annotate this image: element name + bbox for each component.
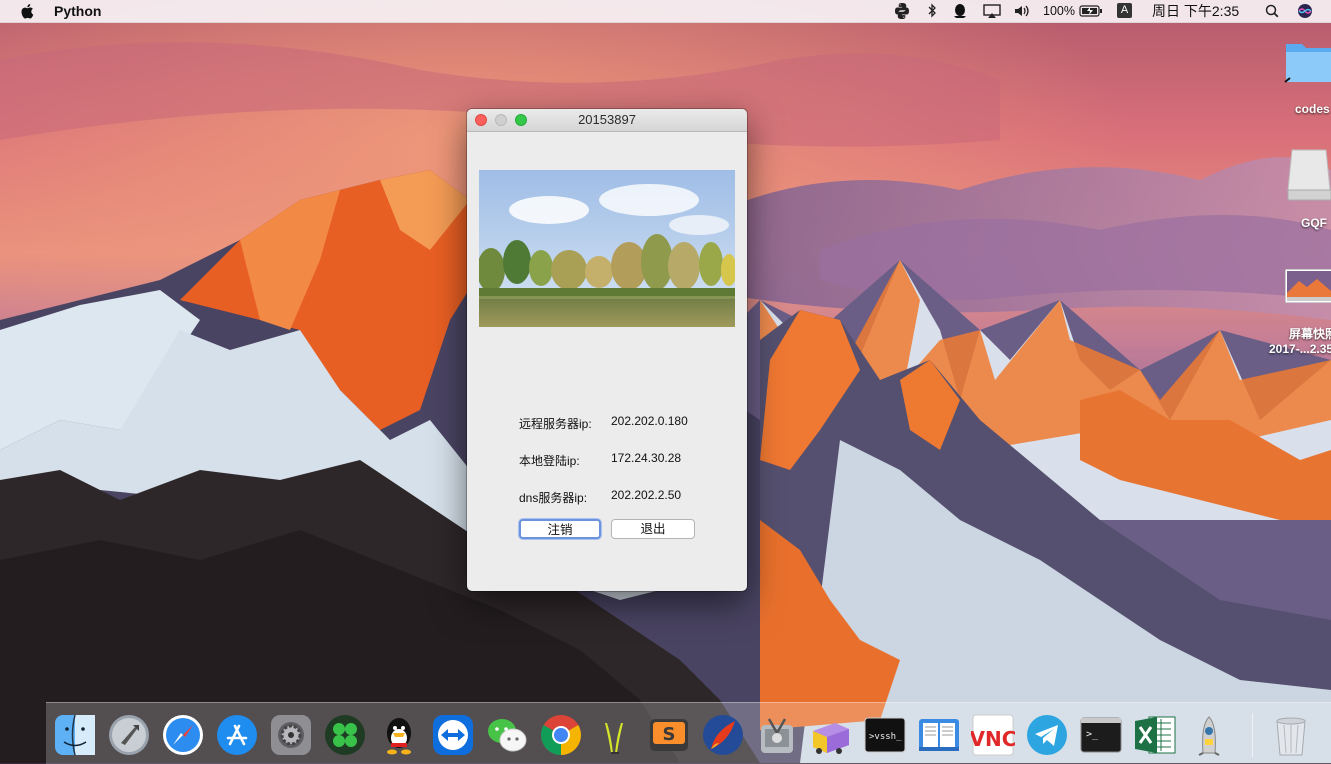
vssh-icon[interactable]: >vssh_ [863, 713, 907, 757]
book-icon[interactable] [917, 713, 961, 757]
battery-icon[interactable] [1078, 0, 1104, 22]
sublime-text-icon[interactable]: S [647, 713, 691, 757]
folder-icon [1284, 44, 1331, 83]
dock-separator [1252, 713, 1253, 757]
python-launcher-icon[interactable] [1187, 713, 1231, 757]
trash-icon[interactable] [1269, 713, 1313, 757]
qq-tray-icon[interactable] [951, 0, 969, 22]
apple-icon[interactable] [20, 0, 36, 22]
desktop-item-label: codes [1295, 102, 1330, 116]
transmit-icon[interactable] [593, 713, 637, 757]
logout-button[interactable]: 注销 [519, 519, 601, 539]
wechat-icon[interactable] [485, 713, 529, 757]
desktop-item-codes[interactable]: codes [1280, 38, 1331, 120]
quit-button[interactable]: 退出 [611, 519, 695, 539]
landscape-photo [479, 170, 735, 327]
terminal-icon[interactable]: >_ [1079, 713, 1123, 757]
desktop-item-screenshot[interactable]: 屏幕快照 2017-...2.35 [1265, 265, 1331, 357]
app-store-icon[interactable] [215, 713, 259, 757]
drive-icon [1287, 149, 1331, 201]
disk-utility-icon[interactable] [755, 713, 799, 757]
desktop-item-label-line2: 2017-...2.35 [1269, 342, 1331, 356]
desktop-item-label-line1: 屏幕快照 [1289, 327, 1331, 341]
input-source-indicator[interactable]: A [1117, 3, 1132, 18]
launchpad-icon[interactable] [107, 713, 151, 757]
terminal-label: >_ [1086, 729, 1099, 740]
clock[interactable]: 周日 下午2:35 [1152, 0, 1239, 22]
spotlight-search-icon[interactable] [1264, 0, 1280, 22]
system-preferences-icon[interactable] [269, 713, 313, 757]
transmit-truck-icon[interactable] [809, 713, 853, 757]
finder-icon[interactable] [53, 713, 97, 757]
dns-server-ip-value: 202.202.2.50 [611, 488, 682, 502]
safari-icon[interactable] [161, 713, 205, 757]
remote-server-ip-value: 202.202.0.180 [611, 414, 688, 428]
app-name-menu[interactable]: Python [54, 0, 101, 22]
desktop-item-gqf[interactable]: GQF [1280, 142, 1331, 232]
dns-server-ip-label: dns服务器ip: [519, 491, 588, 505]
clover-icon[interactable] [323, 713, 367, 757]
volume-icon[interactable] [1012, 0, 1032, 22]
remote-server-ip-label: 远程服务器ip: [519, 417, 592, 431]
window-title: 20153897 [578, 112, 636, 127]
teamviewer-icon[interactable] [431, 713, 475, 757]
menu-bar: Python 100% A 周日 下午2:35 [0, 0, 1331, 23]
app-window: 20153897 远程服务器ip: 202.202.0.180 本地登陆ip: … [467, 109, 747, 591]
screenshot-icon [1285, 269, 1331, 303]
telegram-icon[interactable] [1025, 713, 1069, 757]
siri-icon[interactable] [1296, 0, 1314, 22]
vssh-label: >vssh_ [869, 732, 902, 742]
rocket-icon[interactable] [701, 713, 745, 757]
vnc-label: VNC [971, 727, 1015, 751]
dock: S >vssh_ VNC >_ [46, 702, 1331, 764]
local-login-ip-label: 本地登陆ip: [519, 454, 580, 468]
local-login-ip-value: 172.24.30.28 [611, 451, 682, 465]
vnc-viewer-icon[interactable]: VNC [971, 713, 1015, 757]
python-icon[interactable] [893, 0, 911, 22]
svg-text:S: S [663, 724, 676, 745]
excel-icon[interactable] [1133, 713, 1177, 757]
qq-icon[interactable] [377, 713, 421, 757]
desktop-item-label: GQF [1301, 216, 1327, 230]
airplay-icon[interactable] [982, 0, 1002, 22]
window-titlebar[interactable]: 20153897 [467, 109, 747, 132]
battery-percentage: 100% [1043, 4, 1075, 18]
bluetooth-icon[interactable] [925, 0, 939, 22]
chrome-icon[interactable] [539, 713, 583, 757]
